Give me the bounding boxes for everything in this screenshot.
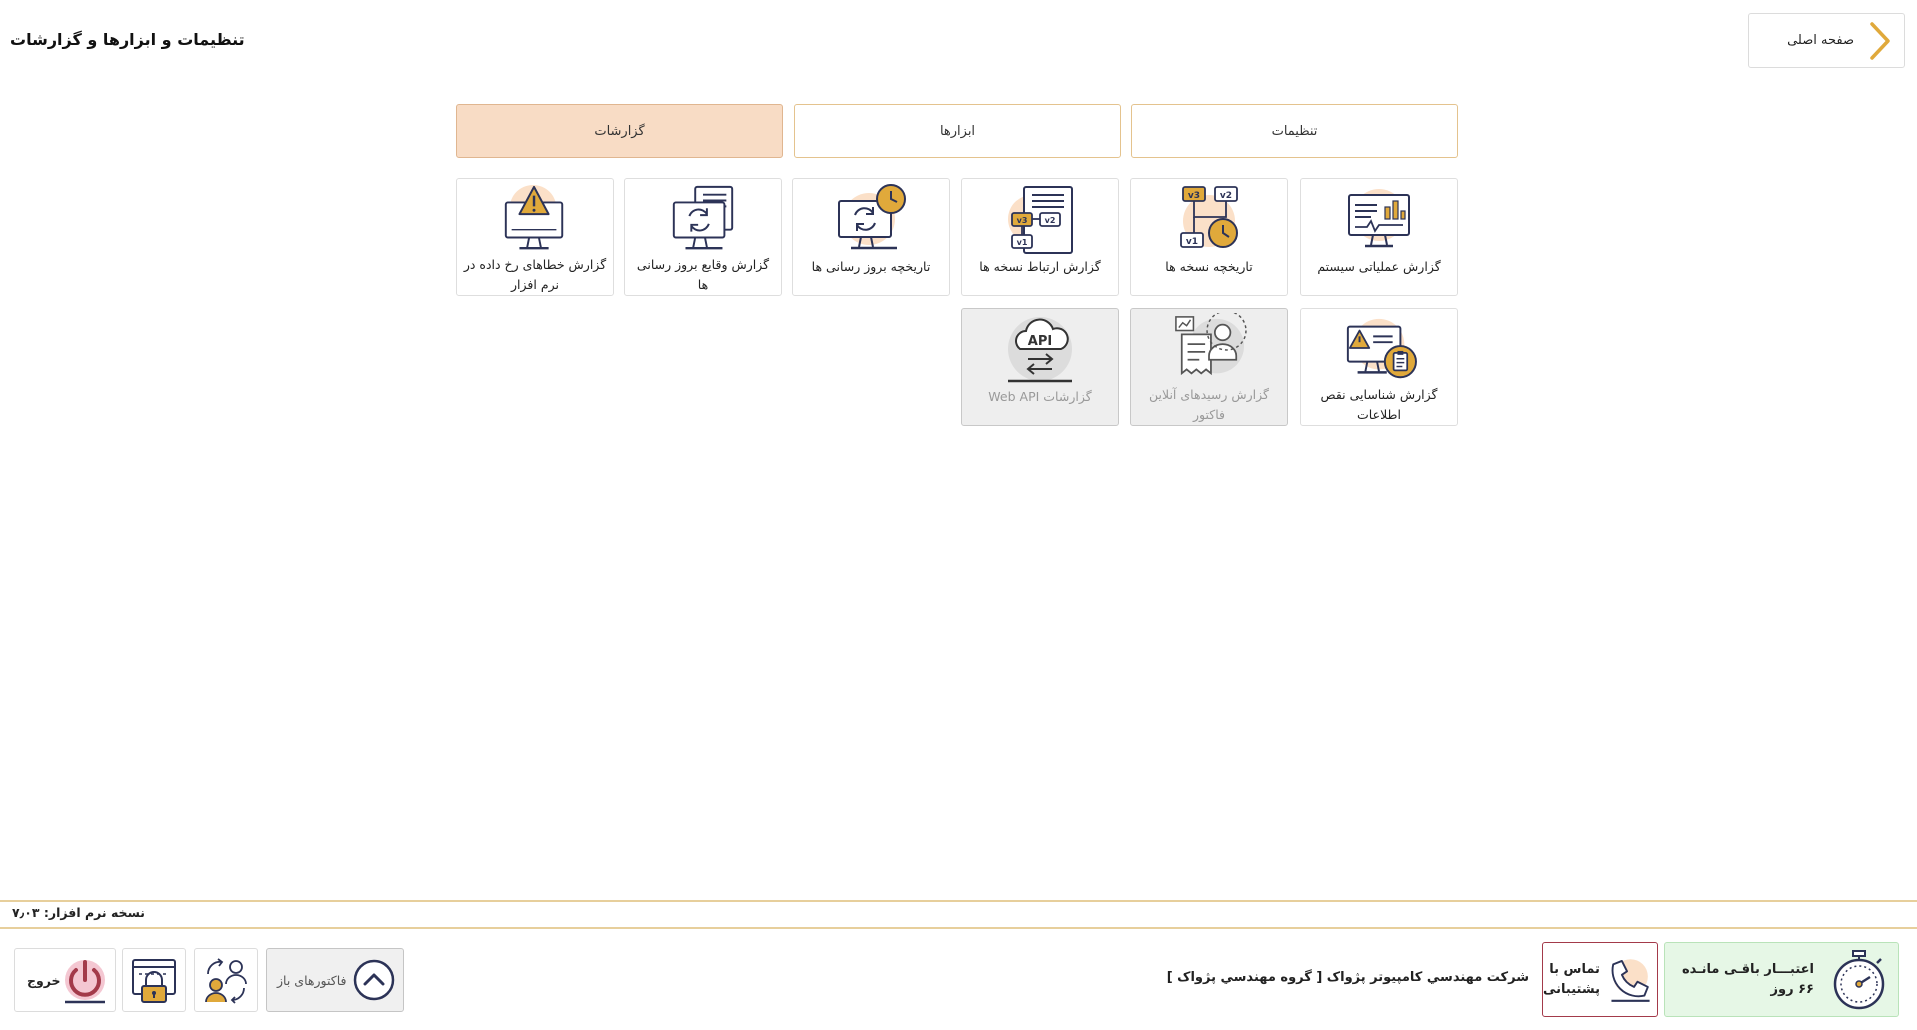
contact-support-button[interactable]: تماس با پشتیبانی xyxy=(1542,942,1658,1017)
software-version: نسخه نرم افزار: ۷٫۰۳ xyxy=(12,905,145,920)
monitor-sync-document-icon xyxy=(672,185,734,250)
svg-text:v3: v3 xyxy=(1188,191,1200,201)
chevron-right-icon xyxy=(1870,21,1890,60)
exit-button[interactable]: خروج xyxy=(14,948,116,1012)
svg-text:v2: v2 xyxy=(1220,191,1232,201)
phone-icon xyxy=(1611,958,1650,1002)
open-invoices-label: فاکتورهای باز xyxy=(277,972,347,988)
tile-data-defects-report[interactable]: گزارش شناسایی نقص اطلاعات xyxy=(1300,308,1458,426)
cloud-api-icon: API xyxy=(1008,317,1072,383)
monitor-warning-clipboard-icon xyxy=(1346,318,1417,379)
tile-label: گزارش ارتباط نسخه ها xyxy=(979,259,1101,274)
version-tree-clock-icon: v3 v2 v1 xyxy=(1180,186,1238,248)
tile-label: گزارشات Web API xyxy=(988,389,1092,404)
tile-online-invoice-receipts-report[interactable]: گزارش رسیدهای آنلاین فاکتور xyxy=(1130,308,1288,426)
monitor-sync-clock-icon xyxy=(838,184,906,250)
version-links-document-icon: v3 v2 v1 xyxy=(1008,186,1073,254)
support-label-line1: تماس با xyxy=(1549,961,1600,977)
credit-label: اعتبـــار باقـی مانـده xyxy=(1681,961,1814,977)
lock-window-icon xyxy=(132,959,176,1003)
home-button[interactable]: صفحه اصلی xyxy=(1748,13,1905,68)
exit-label: خروج xyxy=(27,972,61,988)
page-title: تنظیمات و ابزارها و گزارشات xyxy=(10,30,245,49)
tile-label: گزارش خطاهای رخ داده در نرم افزار xyxy=(463,257,607,292)
tile-software-errors-report[interactable]: گزارش خطاهای رخ داده در نرم افزار xyxy=(456,178,614,296)
open-invoices-button[interactable]: فاکتورهای باز xyxy=(266,948,404,1012)
svg-text:v1: v1 xyxy=(1017,238,1028,247)
tile-version-relations-report[interactable]: v3 v2 v1 گزارش ارتباط نسخه ها xyxy=(961,178,1119,296)
credit-days: ۶۶ روز xyxy=(1770,981,1814,997)
remaining-credit-panel: اعتبـــار باقـی مانـده ۶۶ روز xyxy=(1664,942,1899,1017)
tile-label: تاریخچه بروز رسانی ها xyxy=(811,259,931,274)
tile-label: تاریخچه نسخه ها xyxy=(1165,259,1253,274)
monitor-chart-icon xyxy=(1348,189,1410,248)
tile-label: گزارش وقایع بروز رسانی ها xyxy=(636,257,770,292)
svg-text:v3: v3 xyxy=(1017,216,1028,225)
svg-text:v2: v2 xyxy=(1045,216,1056,225)
tab-settings[interactable]: تنظیمات xyxy=(1131,104,1458,158)
stopwatch-icon xyxy=(1833,949,1885,1009)
footer-divider xyxy=(0,927,1917,929)
svg-text:v1: v1 xyxy=(1186,237,1198,247)
switch-user-button[interactable] xyxy=(194,948,258,1012)
section-tabs: تنظیمات ابزارها گزارشات xyxy=(456,104,1458,158)
chevron-up-circle-icon xyxy=(353,959,395,1001)
support-label-line2: پشتیبانی xyxy=(1543,981,1600,997)
switch-user-icon xyxy=(205,958,247,1004)
company-name: شرکت مهندسي کامپيوتر پژواک [ گروه مهندسي… xyxy=(1166,970,1529,985)
lock-screen-button[interactable] xyxy=(122,948,186,1012)
tile-web-api-reports[interactable]: API گزارشات Web API xyxy=(961,308,1119,426)
home-button-label: صفحه اصلی xyxy=(1787,33,1854,48)
tile-label: گزارش رسیدهای آنلاین فاکتور xyxy=(1149,387,1269,422)
tab-reports[interactable]: گزارشات xyxy=(456,104,783,158)
power-icon xyxy=(65,960,105,1004)
tile-label: گزارش عملیاتی سیستم xyxy=(1317,259,1441,274)
monitor-warning-icon xyxy=(504,184,564,250)
tile-update-history[interactable]: تاریخچه بروز رسانی ها xyxy=(792,178,950,296)
svg-text:API: API xyxy=(1028,334,1052,349)
footer-divider xyxy=(0,900,1917,902)
tile-label: گزارش شناسایی نقص اطلاعات xyxy=(1320,387,1438,422)
tile-version-history[interactable]: v3 v2 v1 تاریخچه نسخه ها xyxy=(1130,178,1288,296)
tile-system-operations-report[interactable]: گزارش عملیاتی سیستم xyxy=(1300,178,1458,296)
receipt-person-icon xyxy=(1175,313,1247,376)
tab-tools[interactable]: ابزارها xyxy=(794,104,1121,158)
tile-update-events-report[interactable]: گزارش وقایع بروز رسانی ها xyxy=(624,178,782,296)
